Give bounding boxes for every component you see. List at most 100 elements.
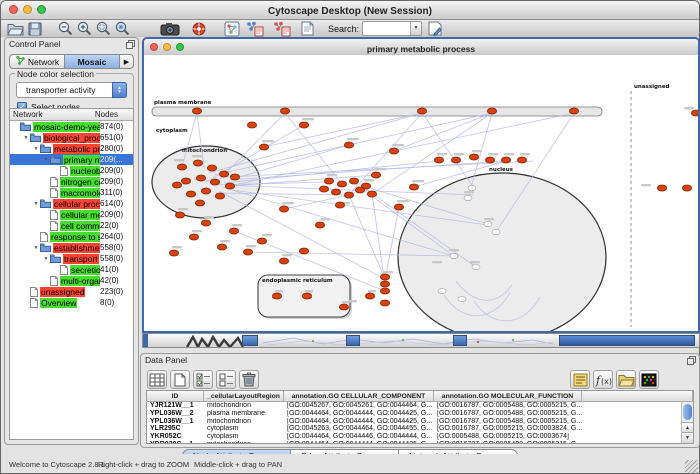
table-row[interactable]: YDR039C__1mitochondrion[GO:0044464, GO:0… (147, 441, 693, 444)
close-button[interactable] (9, 5, 18, 14)
network-edge[interactable] (385, 207, 399, 279)
network-edge[interactable] (422, 113, 474, 188)
network-node[interactable] (367, 191, 376, 197)
tab-overflow-arrow[interactable]: ▶ (119, 54, 134, 69)
zoom-region-icon[interactable] (115, 21, 130, 37)
network-node[interactable] (279, 258, 288, 264)
network-node[interactable] (257, 238, 266, 244)
network-node[interactable] (186, 191, 195, 197)
layout-copy-1-icon[interactable] (246, 21, 264, 37)
network-close-button[interactable] (150, 43, 158, 51)
col-cellular-layout-region[interactable]: _cellularLayoutRegion (204, 391, 284, 402)
search-input[interactable] (363, 22, 410, 35)
network-node[interactable] (469, 154, 478, 160)
tree-row[interactable]: response to stimulu264(0) (10, 231, 133, 242)
resize-grip[interactable] (685, 460, 698, 473)
network-edge[interactable] (209, 113, 422, 173)
node-color-dropdown[interactable]: transporter activity ▲▼ (16, 82, 127, 98)
network-edge[interactable] (349, 113, 422, 195)
network-node[interactable] (335, 202, 344, 208)
network-node[interactable] (691, 110, 698, 116)
float-panel-icon[interactable] (687, 356, 696, 367)
network-node[interactable] (219, 171, 228, 177)
zoom-fit-icon[interactable] (96, 21, 111, 37)
network-edge[interactable] (349, 195, 385, 279)
matrix-button[interactable] (639, 370, 659, 389)
network-node-pale[interactable] (468, 185, 476, 190)
tree-row[interactable]: cellular metabo209(0) (10, 209, 133, 220)
expander-icon[interactable]: ▼ (32, 146, 40, 152)
graphics-box-icon[interactable] (224, 21, 240, 37)
network-node[interactable] (181, 178, 190, 184)
tree-row[interactable]: ▼cellular process614(0) (10, 198, 133, 209)
network-node[interactable] (409, 184, 418, 190)
network-node[interactable] (380, 274, 389, 280)
network-edge[interactable] (394, 113, 492, 151)
expander-icon[interactable]: ▼ (32, 245, 40, 251)
minimized-window-segment[interactable] (453, 335, 467, 346)
expander-icon[interactable]: ▼ (42, 157, 50, 163)
table-scrollbar[interactable]: ▲ ▼ (681, 402, 693, 443)
network-node[interactable] (485, 157, 494, 163)
tree-row[interactable]: ▼biological_process651(0) (10, 132, 133, 143)
network-node-pale[interactable] (484, 221, 492, 226)
network-node[interactable] (230, 174, 239, 180)
network-node[interactable] (349, 178, 358, 184)
network-node[interactable] (195, 200, 204, 206)
network-node[interactable] (501, 157, 510, 163)
minimized-window-segment[interactable] (242, 335, 258, 346)
page-edit-icon[interactable] (301, 21, 314, 37)
tree-row[interactable]: ▼establishment of lo558(0) (10, 242, 133, 253)
network-node[interactable] (299, 122, 308, 128)
scroll-down-button[interactable]: ▼ (682, 432, 693, 443)
tree-row[interactable]: macromolecule311(0) (10, 187, 133, 198)
tree-row[interactable]: ▼transport558(0) (10, 253, 133, 264)
network-node[interactable] (196, 175, 205, 181)
network-node[interactable] (344, 142, 353, 148)
network-window-titlebar[interactable]: primary metabolic process (144, 39, 698, 56)
network-node[interactable] (569, 108, 578, 114)
table-grid-button[interactable] (147, 370, 167, 389)
network-node[interactable] (177, 164, 186, 170)
save-icon[interactable] (28, 21, 42, 37)
network-zoom-button[interactable] (176, 43, 184, 51)
network-node-pale[interactable] (438, 288, 446, 293)
minimized-window-segment[interactable] (346, 335, 360, 346)
window-titlebar[interactable]: Cytoscape Desktop (New Session) (1, 1, 699, 20)
network-node[interactable] (217, 244, 226, 250)
expander-icon[interactable]: ▼ (22, 135, 30, 141)
network-node[interactable] (434, 157, 443, 163)
table-row[interactable]: YPL036W__2plasma membrane[GO:0044464, GO… (147, 410, 693, 418)
zoom-out-icon[interactable] (58, 21, 73, 37)
network-node[interactable] (339, 304, 348, 310)
network-node[interactable] (344, 192, 353, 198)
network-node[interactable] (243, 249, 252, 255)
table-row[interactable]: YKR052Ccytoplasm[GO:0044464, GO:0044446,… (147, 433, 693, 441)
network-node[interactable] (451, 157, 460, 163)
network-node[interactable] (225, 183, 234, 189)
network-edge[interactable] (372, 194, 385, 285)
network-node[interactable] (259, 144, 268, 150)
network-canvas[interactable]: plasma membranecytoplasmmitochondrionnuc… (144, 55, 698, 331)
minimized-window-segment[interactable] (559, 335, 695, 346)
network-node-pale[interactable] (472, 264, 480, 269)
network-node[interactable] (272, 293, 281, 299)
network-node-pale[interactable] (450, 253, 458, 258)
search-dropdown-arrow-icon[interactable]: ▼ (410, 22, 421, 35)
float-panel-icon[interactable] (126, 40, 135, 51)
zoom-in-icon[interactable] (77, 21, 92, 37)
network-node[interactable] (394, 204, 403, 210)
network-node[interactable] (207, 165, 216, 171)
network-node[interactable] (229, 228, 238, 234)
network-node[interactable] (201, 220, 210, 226)
network-node[interactable] (331, 189, 340, 195)
trash-button[interactable] (239, 370, 259, 389)
tree-row[interactable]: nitrogen compo209(0) (10, 176, 133, 187)
fx-button[interactable]: f(x) (593, 370, 613, 389)
search-config-icon[interactable] (428, 21, 443, 37)
network-node[interactable] (210, 179, 219, 185)
tree-row[interactable]: ▼primary metabo209(... (10, 154, 133, 165)
scrollbar-thumb[interactable] (683, 404, 692, 420)
network-node[interactable] (389, 148, 398, 154)
network-node[interactable] (417, 108, 426, 114)
